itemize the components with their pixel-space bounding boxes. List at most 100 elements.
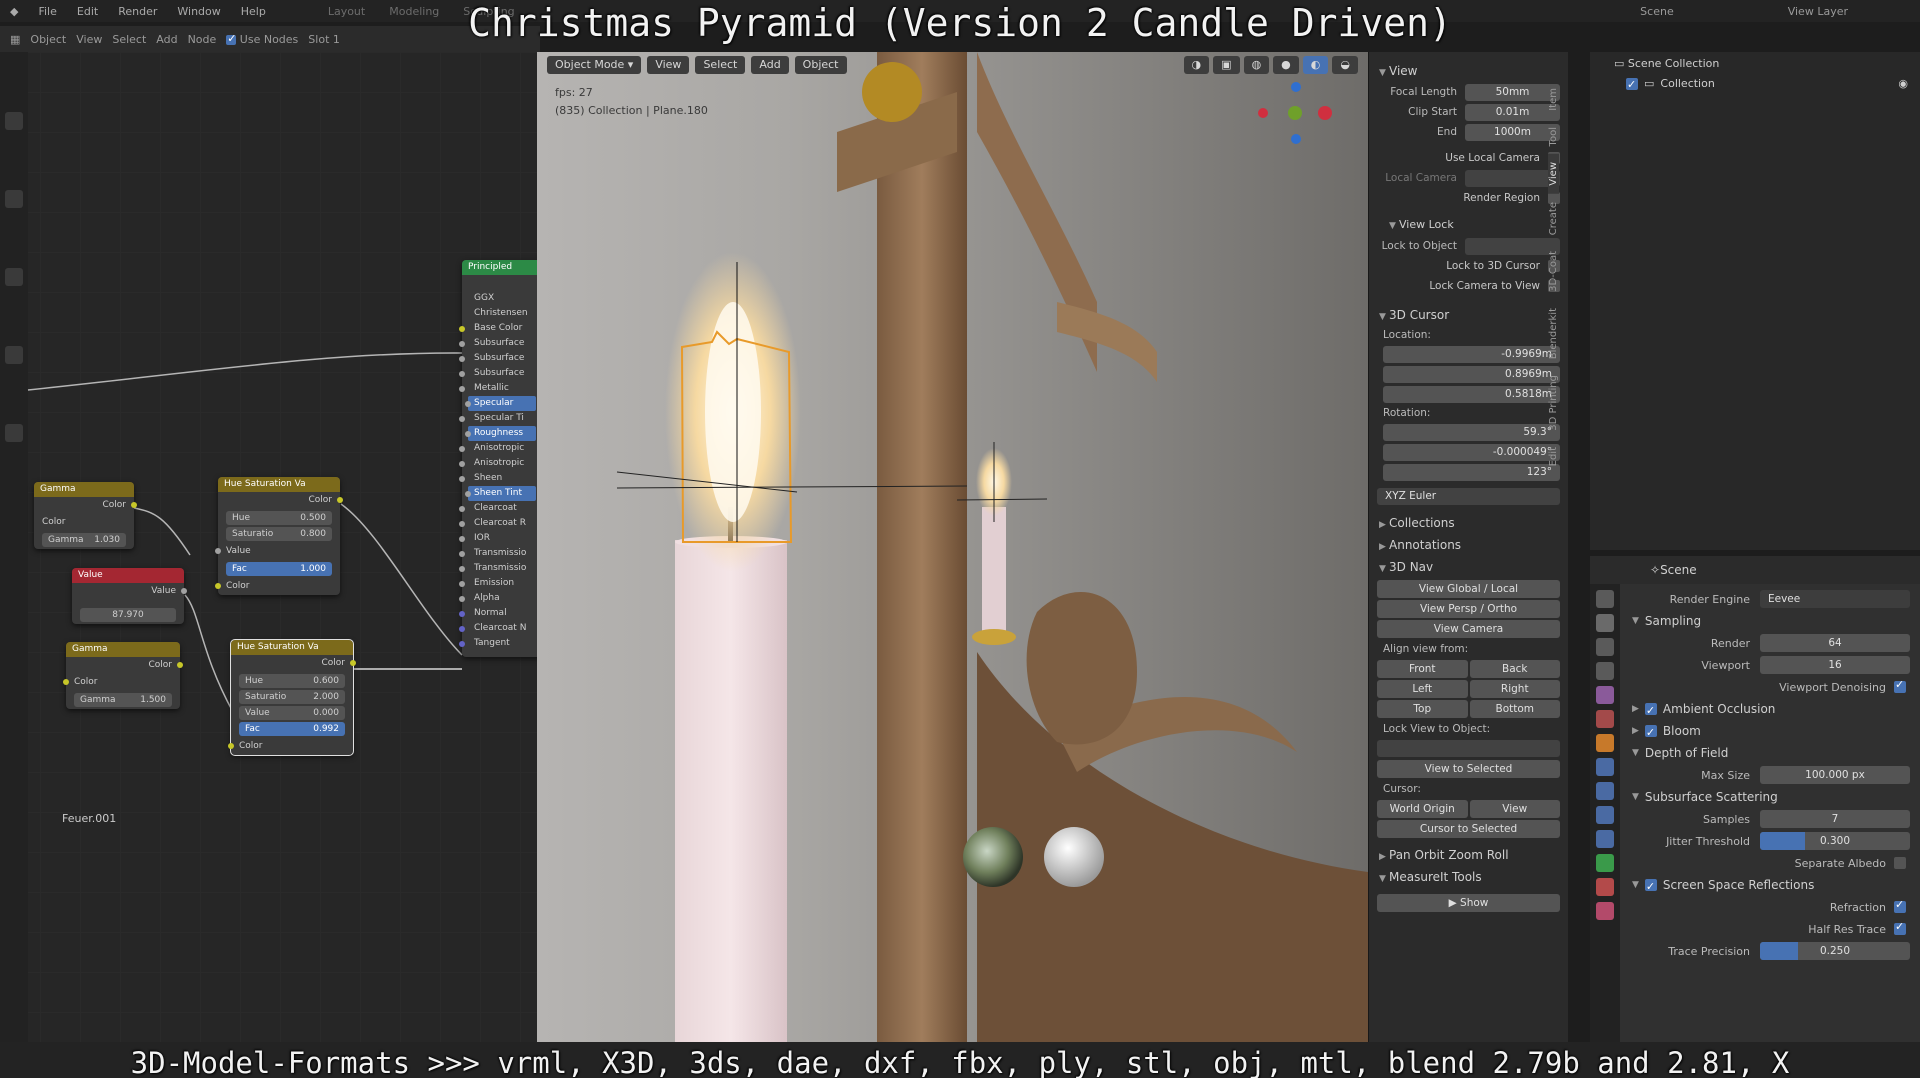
principled-input[interactable]: Subsurface	[459, 366, 537, 381]
socket-icon[interactable]	[459, 626, 465, 632]
section-3d-cursor[interactable]: ▼ 3D Cursor	[1369, 304, 1568, 326]
principled-input[interactable]: Subsurface	[459, 351, 537, 366]
material-tab-icon[interactable]	[1596, 878, 1614, 896]
saturation-field[interactable]: Saturatio 2.000	[239, 690, 345, 704]
socket-icon[interactable]	[181, 588, 187, 594]
viewport-menu-select[interactable]: Select	[695, 56, 746, 74]
hue-saturation-node-2[interactable]: Hue Saturation Va Color Hue 0.600 Saturat…	[228, 639, 356, 756]
separate-albedo-checkbox[interactable]	[1894, 857, 1906, 869]
input-socket-value[interactable]: Value	[215, 543, 340, 560]
value-field[interactable]: Value 0.000	[239, 706, 345, 720]
section-sampling[interactable]: ▼ Sampling	[1620, 610, 1920, 632]
tab-edit[interactable]: Edit	[1548, 439, 1559, 474]
object-tab-icon[interactable]	[1596, 734, 1614, 752]
section-collections[interactable]: ▶ Collections	[1369, 512, 1568, 534]
principled-input[interactable]: Alpha	[459, 591, 537, 606]
section-bloom[interactable]: ▶Bloom	[1620, 720, 1920, 744]
principled-input[interactable]: Clearcoat	[459, 501, 537, 516]
socket-icon[interactable]	[63, 679, 69, 685]
measureit-show-button[interactable]: ▶ Show	[1377, 894, 1560, 912]
input-socket-color[interactable]: Color	[34, 514, 134, 531]
principled-input[interactable]: Emission	[459, 576, 537, 591]
socket-icon[interactable]	[459, 416, 465, 422]
gizmo-z-icon[interactable]	[1291, 82, 1301, 92]
shader-node-editor[interactable]: Gamma Color Color Gamma 1.030 Value Value…	[0, 52, 537, 1042]
principled-bsdf-node[interactable]: Principled GGX Christensen Base Color Subsu…	[459, 260, 537, 657]
tab-3d-printing[interactable]: 3D Printing	[1548, 367, 1559, 439]
tab-view[interactable]: View	[1548, 154, 1559, 194]
section-measureit[interactable]: ▼ MeasureIt Tools	[1369, 866, 1568, 888]
socket-icon[interactable]	[350, 660, 356, 666]
gamma-node-1[interactable]: Gamma Color Color Gamma 1.030	[34, 482, 137, 549]
outliner-collection[interactable]: ▭ Collection ◉	[1590, 74, 1920, 95]
tab-3d-coat[interactable]: 3D-Coat	[1548, 243, 1559, 300]
tab-create[interactable]: Create	[1548, 194, 1559, 243]
gamma-field[interactable]: Gamma 1.500	[74, 693, 172, 707]
view-layer-selector[interactable]: View Layer	[1776, 5, 1860, 18]
section-subsurface-scattering[interactable]: ▼ Subsurface Scattering	[1620, 786, 1920, 808]
object-dropdown[interactable]: Object	[30, 33, 66, 46]
menu-select[interactable]: Select	[112, 33, 146, 46]
workspace-tab-modeling[interactable]: Modeling	[377, 5, 451, 18]
cursor-loc-y[interactable]: 0.8969m	[1369, 364, 1568, 384]
input-socket-color[interactable]: Color	[63, 674, 180, 691]
bloom-checkbox[interactable]	[1644, 722, 1657, 744]
output-socket-color[interactable]: Color	[34, 497, 137, 514]
max-size-field[interactable]: 100.000 px	[1760, 766, 1910, 784]
ambient-occlusion-checkbox[interactable]	[1644, 700, 1657, 722]
principled-input[interactable]: Roughness	[465, 426, 536, 441]
texture-tab-icon[interactable]	[1596, 902, 1614, 920]
menu-render[interactable]: Render	[108, 5, 167, 18]
output-tab-icon[interactable]	[1596, 638, 1614, 656]
hue-field[interactable]: Hue 0.500	[226, 511, 332, 525]
viewport-menu-view[interactable]: View	[647, 56, 690, 74]
section-pan-orbit[interactable]: ▶ Pan Orbit Zoom Roll	[1369, 844, 1568, 866]
section-3d-nav[interactable]: ▼ 3D Nav	[1369, 556, 1568, 578]
section-view-lock[interactable]: ▼ View Lock	[1369, 214, 1568, 236]
socket-icon[interactable]	[459, 446, 465, 452]
tab-item[interactable]: Item	[1548, 80, 1559, 119]
menu-add[interactable]: Add	[156, 33, 177, 46]
gizmo-y-icon[interactable]	[1288, 106, 1302, 120]
constraints-tab-icon[interactable]	[1596, 830, 1614, 848]
gizmo-x-icon[interactable]	[1318, 106, 1332, 120]
socket-icon[interactable]	[459, 566, 465, 572]
overlays-icon[interactable]: ◑	[1183, 56, 1210, 74]
output-socket-color[interactable]: Color	[66, 657, 183, 674]
socket-icon[interactable]	[465, 431, 471, 437]
render-tab-icon[interactable]	[1596, 614, 1614, 632]
menu-view[interactable]: View	[76, 33, 102, 46]
output-socket-value[interactable]: Value	[72, 583, 187, 600]
scene-tab-icon[interactable]	[1596, 686, 1614, 704]
use-nodes-checkbox[interactable]: Use Nodes	[226, 32, 298, 46]
render-samples-field[interactable]: 64	[1760, 634, 1910, 652]
socket-icon[interactable]	[459, 386, 465, 392]
eye-icon[interactable]: ◉	[1898, 74, 1908, 94]
socket-icon[interactable]	[459, 476, 465, 482]
viewport-samples-field[interactable]: 16	[1760, 656, 1910, 674]
left-view-button[interactable]: Left	[1377, 680, 1468, 698]
socket-icon[interactable]	[459, 341, 465, 347]
cursor-rot-z[interactable]: 123°	[1369, 462, 1568, 482]
principled-input[interactable]: Transmissio	[459, 561, 537, 576]
blender-logo-icon[interactable]: ◆	[0, 5, 28, 18]
refraction-checkbox[interactable]	[1894, 898, 1906, 913]
rendered-shading-icon[interactable]: ◒	[1332, 56, 1358, 74]
section-annotations[interactable]: ▶ Annotations	[1369, 534, 1568, 556]
principled-input[interactable]: Metallic	[459, 381, 537, 396]
socket-icon[interactable]	[459, 611, 465, 617]
socket-icon[interactable]	[459, 551, 465, 557]
principled-input[interactable]: GGX	[462, 291, 537, 306]
saturation-field[interactable]: Saturatio 0.800	[226, 527, 332, 541]
slot-dropdown[interactable]: Slot 1	[308, 33, 340, 46]
gizmo-neg-x-icon[interactable]	[1258, 108, 1268, 118]
cursor-loc-x[interactable]: -0.9969m	[1369, 344, 1568, 364]
half-res-trace-checkbox[interactable]	[1894, 920, 1906, 935]
workspace-tab-sculpting[interactable]: Sculpting	[451, 5, 526, 18]
viewport-denoising-checkbox[interactable]	[1894, 678, 1906, 693]
menu-help[interactable]: Help	[231, 5, 276, 18]
socket-icon[interactable]	[177, 662, 183, 668]
rotation-mode-dropdown[interactable]: XYZ Euler	[1369, 486, 1568, 506]
tool-tab-icon[interactable]	[1596, 590, 1614, 608]
menu-window[interactable]: Window	[167, 5, 230, 18]
